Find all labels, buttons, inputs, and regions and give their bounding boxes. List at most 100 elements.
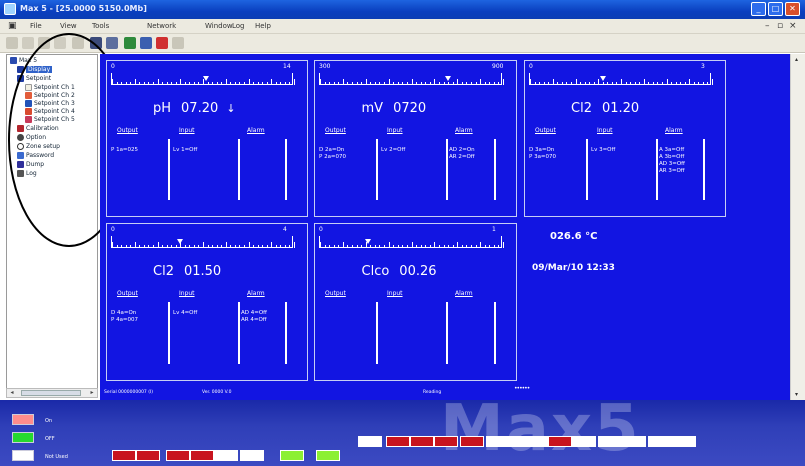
output-values: P 1a=025: [111, 147, 138, 154]
scroll-up-icon[interactable]: ▴: [795, 56, 798, 63]
status-indicator: [190, 450, 214, 461]
alarm-value: AR 3=Off: [659, 168, 685, 174]
column-divider: [238, 302, 240, 364]
column-divider: [285, 139, 287, 200]
scale-min: 0: [111, 226, 115, 233]
column-divider: [168, 139, 170, 200]
legend-not-used-swatch: [12, 450, 34, 461]
menu-tools[interactable]: Tools: [92, 22, 109, 30]
channel-panel-5: 0 1 Clco 00.26 Output Input Alarm: [314, 223, 517, 381]
status-indicator: [358, 436, 382, 447]
column-divider: [656, 139, 658, 200]
input-header: Input: [597, 127, 613, 134]
close-button[interactable]: ✕: [785, 2, 800, 16]
input-value: Lv 3=Off: [591, 147, 616, 153]
scroll-down-icon[interactable]: ▾: [795, 391, 798, 398]
alarm-value: AR 4=Off: [241, 317, 267, 323]
analog-scale: [529, 73, 713, 85]
status-indicator: [648, 436, 672, 447]
max5-logo: Max5: [440, 400, 641, 466]
output-value: D 3a=On: [529, 147, 555, 153]
status-indicator-bar: Max5 On OFF Not Used: [0, 400, 805, 466]
alarm-value: AR 2=Off: [449, 154, 475, 160]
alarm-values: AD 4=Off AR 4=Off: [241, 310, 267, 324]
parameter-value: 07.20: [181, 101, 219, 116]
app-icon: [4, 3, 16, 15]
date-time-readout: 09/Mar/10 12:33: [532, 263, 615, 273]
scale-max: 14: [283, 63, 291, 70]
alarm-values: AD 2=On AR 2=Off: [449, 147, 475, 161]
alarm-header: Alarm: [247, 127, 265, 134]
maximize-button[interactable]: □: [768, 2, 783, 16]
output-values: D 2a=On P 2a=070: [319, 147, 346, 161]
status-indicator: [672, 436, 696, 447]
input-header: Input: [179, 127, 195, 134]
parameter-name: Cl2: [153, 264, 174, 279]
analog-scale: [319, 236, 504, 248]
scale-min: 0: [111, 63, 115, 70]
menu-help[interactable]: Help: [255, 22, 271, 30]
parameter-value: 01.20: [601, 101, 640, 116]
vertical-scrollbar[interactable]: ▴ ▾: [790, 54, 805, 400]
activity-dots: ••••••: [514, 385, 530, 392]
column-divider: [168, 302, 170, 364]
alarm-values: A 3a=Off A 3b=Off AD 3=Off AR 3=Off: [659, 147, 685, 175]
status-indicator: [280, 450, 304, 461]
alarm-header: Alarm: [455, 127, 473, 134]
mdi-close-icon[interactable]: ×: [789, 21, 797, 31]
input-value: Lv 1=Off: [173, 147, 198, 153]
scale-pointer: [202, 76, 209, 81]
trend-arrow-icon: ↓: [226, 102, 236, 115]
scale-pointer: [599, 76, 606, 81]
status-indicator: [136, 450, 160, 461]
legend-off-swatch: [12, 432, 34, 443]
status-indicator: [598, 436, 622, 447]
status-indicator: [486, 436, 510, 447]
scale-pointer: [445, 76, 452, 81]
stop-icon[interactable]: [156, 37, 168, 49]
input-value: Lv 2=Off: [381, 147, 406, 153]
serial-status: Serial 0000000007 (I): [104, 390, 154, 395]
parameter-name: Clco: [361, 264, 390, 279]
menu-file[interactable]: File: [30, 22, 42, 30]
window-title: Max 5 - [25.0000 5150.0Mb]: [20, 4, 147, 13]
scale-pointer: [364, 239, 371, 244]
column-divider: [376, 302, 378, 364]
input-values: Lv 3=Off: [591, 147, 615, 154]
menu-window[interactable]: Window: [205, 22, 233, 30]
legend-on-swatch: [12, 414, 34, 425]
input-values: Lv 2=Off: [381, 147, 405, 154]
parameter-value: 01.50: [183, 264, 222, 279]
status-indicator: [622, 436, 646, 447]
scale-pointer: [177, 239, 184, 244]
scroll-right-icon[interactable]: ▸: [88, 390, 96, 396]
mdi-restore-icon[interactable]: ▫: [777, 21, 783, 31]
alarm-value: AD 2=On: [449, 147, 475, 153]
column-divider: [446, 139, 448, 200]
output-header: Output: [117, 290, 138, 297]
output-values: D 4a=On P 4a=007: [111, 310, 138, 324]
scale-min: 0: [319, 226, 323, 233]
reading: mV 0720: [362, 101, 431, 116]
status-indicator: [434, 436, 458, 447]
alarm-header: Alarm: [455, 290, 473, 297]
display-area: 0 14 pH 07.20 ↓ Output Input Alarm P 1a=0…: [100, 54, 790, 400]
column-divider: [703, 139, 705, 200]
scale-min: 0: [529, 63, 533, 70]
scrollbar-thumb[interactable]: [21, 390, 81, 396]
menu-network[interactable]: Network: [147, 22, 176, 30]
scroll-left-icon[interactable]: ◂: [8, 390, 16, 396]
analog-scale: [319, 73, 504, 85]
download-icon[interactable]: [140, 37, 152, 49]
column-divider: [494, 302, 496, 364]
tree-horizontal-scrollbar[interactable]: ◂ ▸: [6, 388, 98, 398]
mdi-minimize-icon[interactable]: –: [765, 21, 770, 31]
legend-not-used-label: Not Used: [45, 454, 68, 460]
legend-on-label: On: [45, 418, 53, 424]
menu-log[interactable]: Log: [232, 22, 245, 30]
menu-view[interactable]: View: [60, 22, 77, 30]
minimize-button[interactable]: _: [751, 2, 766, 16]
help-icon[interactable]: [172, 37, 184, 49]
parameter-value: 0720: [393, 101, 427, 116]
scale-max: 3: [701, 63, 705, 70]
